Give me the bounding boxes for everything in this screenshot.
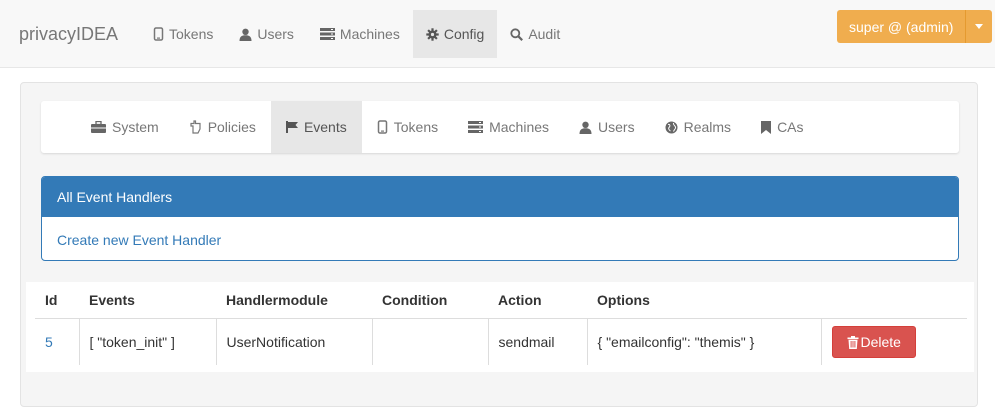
subnav-tokens[interactable]: Tokens xyxy=(362,101,453,153)
nav-tokens-label: Tokens xyxy=(169,26,214,42)
header-action[interactable]: Action xyxy=(488,282,587,319)
subnav-cas-label: CAs xyxy=(777,119,804,135)
nav-tokens[interactable]: Tokens xyxy=(140,10,226,58)
main-nav: Tokens Users Machines Config Audit xyxy=(140,10,573,58)
flag-icon xyxy=(285,121,298,133)
cell-handlermodule: UserNotification xyxy=(216,318,373,365)
server-icon xyxy=(319,28,335,40)
nav-machines[interactable]: Machines xyxy=(307,10,413,58)
header-events[interactable]: Events xyxy=(79,282,216,319)
caret-down-icon[interactable] xyxy=(966,10,993,43)
briefcase-icon xyxy=(91,121,106,133)
cell-events: [ "token_init" ] xyxy=(79,318,217,365)
hand-icon xyxy=(189,120,202,134)
phone-icon xyxy=(377,120,388,134)
trash-icon xyxy=(847,335,859,349)
event-handlers-table: Id Events Handlermodule Condition Action… xyxy=(35,282,967,365)
cell-id[interactable]: 5 xyxy=(35,318,80,365)
nav-config[interactable]: Config xyxy=(412,10,498,58)
nav-config-label: Config xyxy=(443,26,485,42)
cell-delete: Delete xyxy=(821,318,967,365)
server-icon xyxy=(468,121,484,133)
subnav-machines-label: Machines xyxy=(489,119,550,135)
globe-icon xyxy=(665,121,678,134)
subnav-tokens-label: Tokens xyxy=(393,119,439,135)
cog-icon xyxy=(426,27,439,41)
header-id[interactable]: Id xyxy=(35,282,79,319)
subnav-realms-label: Realms xyxy=(683,119,732,135)
subnav-users[interactable]: Users xyxy=(564,101,650,153)
header-condition[interactable]: Condition xyxy=(372,282,488,319)
event-handlers-table-wrap: Id Events Handlermodule Condition Action… xyxy=(26,282,974,372)
user-menu-button[interactable]: super @ (admin) xyxy=(837,10,993,43)
phone-icon xyxy=(153,27,164,41)
user-menu-label[interactable]: super @ (admin) xyxy=(837,10,967,43)
header-handlermodule[interactable]: Handlermodule xyxy=(216,282,372,319)
table-row: 5 [ "token_init" ] UserNotification send… xyxy=(35,318,967,365)
cell-condition xyxy=(372,318,489,365)
nav-users[interactable]: Users xyxy=(226,10,307,58)
subnav-system[interactable]: System xyxy=(76,101,174,153)
event-handlers-panel: All Event Handlers Create new Event Hand… xyxy=(41,176,959,261)
panel-body: Create new Event Handler xyxy=(42,217,958,260)
nav-users-label: Users xyxy=(257,26,294,42)
brand-logo[interactable]: privacyIDEA xyxy=(19,24,118,45)
create-event-handler-link[interactable]: Create new Event Handler xyxy=(57,232,221,248)
subnav-policies[interactable]: Policies xyxy=(174,101,271,153)
search-icon xyxy=(510,27,524,41)
bookmark-icon xyxy=(761,120,772,134)
delete-button-label: Delete xyxy=(860,334,901,350)
panel-title: All Event Handlers xyxy=(42,177,958,217)
user-icon xyxy=(579,121,592,134)
nav-audit[interactable]: Audit xyxy=(497,10,573,58)
subnav-users-label: Users xyxy=(598,119,635,135)
subnav-policies-label: Policies xyxy=(207,119,256,135)
subnav-cas[interactable]: CAs xyxy=(746,101,818,153)
header-options[interactable]: Options xyxy=(587,282,821,319)
subnav-machines[interactable]: Machines xyxy=(453,101,564,153)
user-icon xyxy=(239,28,252,41)
header-actions xyxy=(821,282,967,319)
table-header-row: Id Events Handlermodule Condition Action… xyxy=(35,282,967,319)
subnav-events-label: Events xyxy=(303,119,347,135)
nav-audit-label: Audit xyxy=(528,26,561,42)
cell-action: sendmail xyxy=(488,318,588,365)
cell-options: { "emailconfig": "themis" } xyxy=(587,318,822,365)
subnav-system-label: System xyxy=(112,119,159,135)
top-navbar: privacyIDEA Tokens Users Machines Config xyxy=(0,0,995,68)
nav-machines-label: Machines xyxy=(339,26,400,42)
delete-button[interactable]: Delete xyxy=(831,326,916,358)
subnav-events[interactable]: Events xyxy=(270,101,362,153)
subnav-realms[interactable]: Realms xyxy=(650,101,746,153)
config-subnav: System Policies Events Tokens Machines U… xyxy=(41,101,959,153)
